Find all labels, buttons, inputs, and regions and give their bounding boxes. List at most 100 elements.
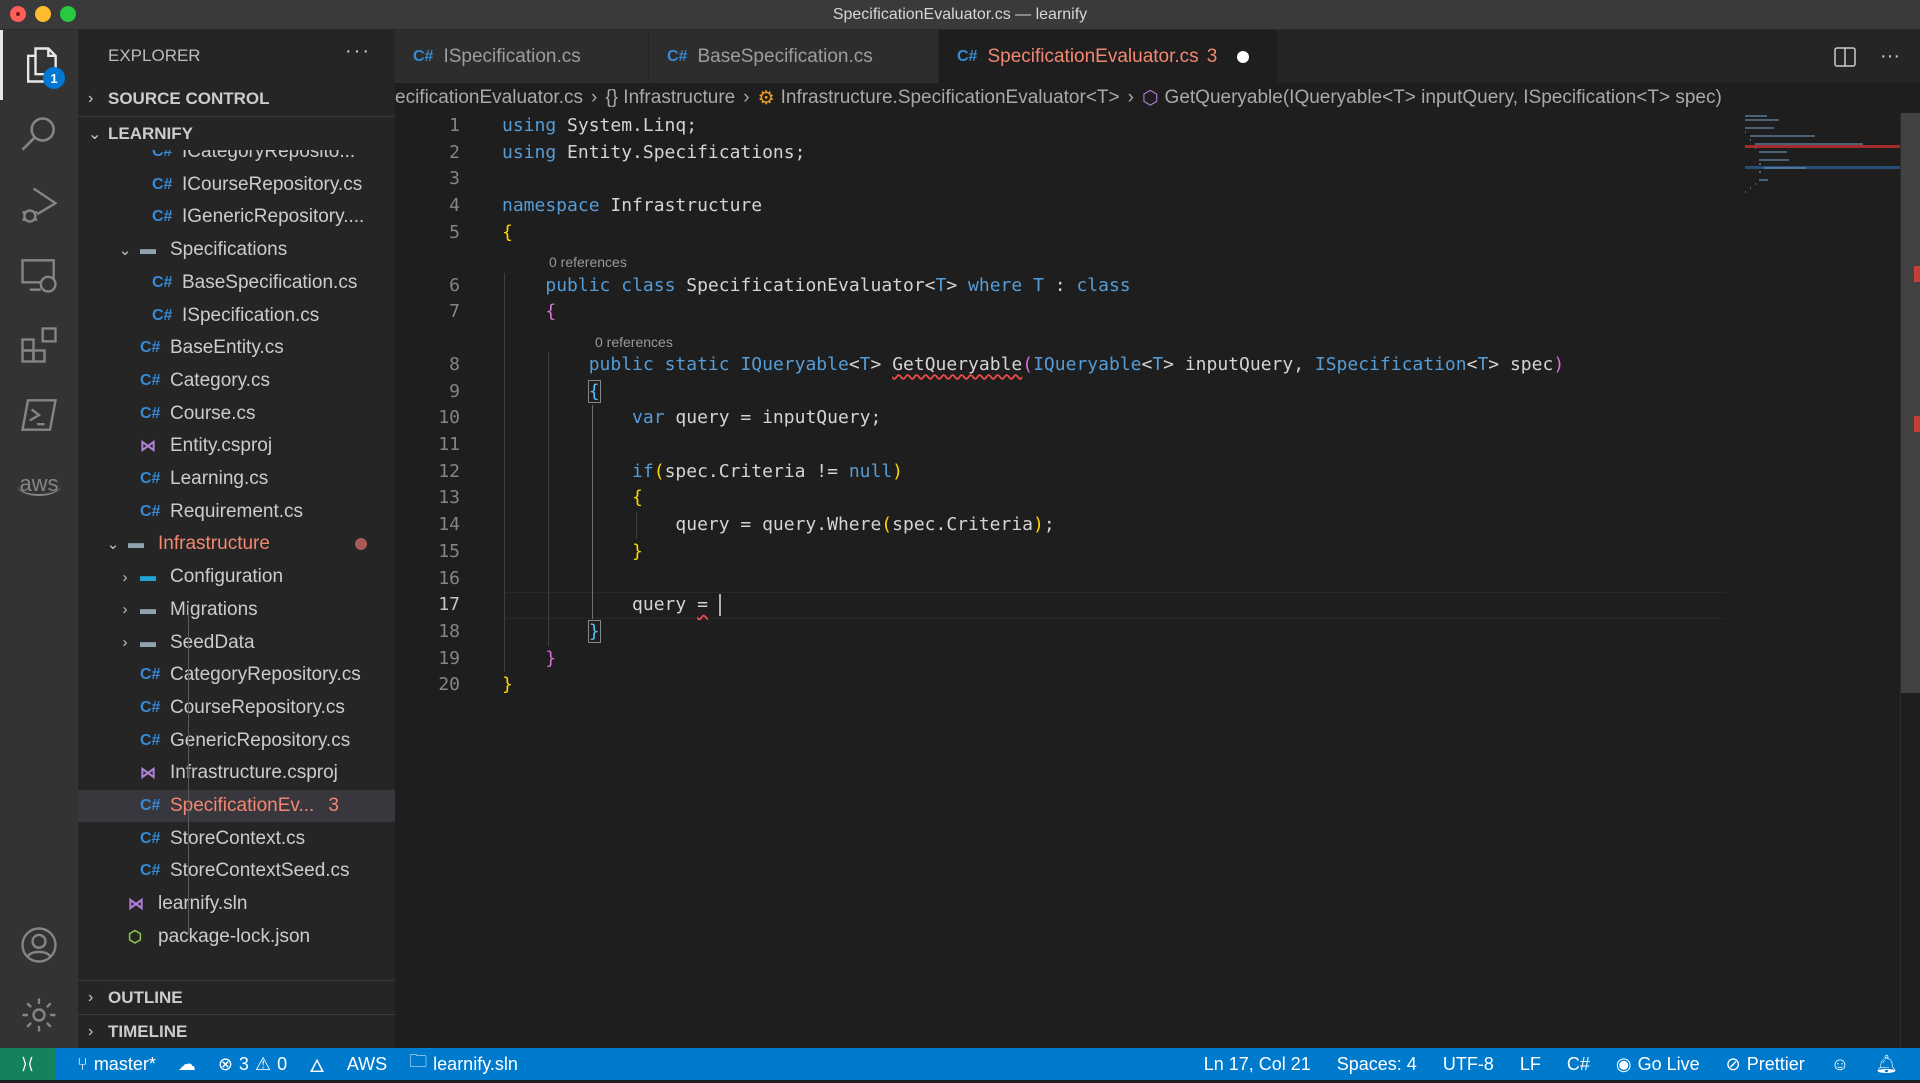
chevron-right-icon: ›: [743, 87, 750, 108]
tree-item[interactable]: C# Course.cs: [78, 398, 395, 430]
activity-explorer[interactable]: 1: [0, 30, 78, 100]
code-line[interactable]: }: [502, 619, 601, 646]
tree-item[interactable]: ⋈ learnify.sln: [78, 888, 395, 920]
tree-item[interactable]: C# ICategoryReposito...: [78, 150, 395, 168]
vertical-scrollbar[interactable]: [1900, 113, 1920, 1048]
more-actions-icon[interactable]: ···: [1880, 45, 1900, 68]
indentation[interactable]: Spaces: 4: [1337, 1054, 1417, 1075]
codelens-class-references[interactable]: 0 references: [549, 254, 627, 270]
notifications-button[interactable]: 🔔︎: [1875, 1054, 1898, 1075]
tree-item[interactable]: C# GenericRepository.cs: [78, 725, 395, 757]
activity-search[interactable]: [0, 100, 78, 170]
scrollbar-thumb[interactable]: [1901, 113, 1920, 693]
code-line[interactable]: public class SpecificationEvaluator<T> w…: [502, 273, 1130, 300]
tree-item[interactable]: C# SpecificationEv... 3: [78, 790, 395, 822]
explorer-sidebar: EXPLORER ··· › SOURCE CONTROL ⌄ LEARNIFY…: [78, 30, 395, 1048]
activity-run-debug[interactable]: [0, 170, 78, 240]
section-learnify[interactable]: ⌄ LEARNIFY: [78, 116, 395, 150]
sync-button[interactable]: ☁: [178, 1054, 196, 1075]
activity-powershell[interactable]: [0, 380, 78, 450]
flame-button[interactable]: 🜂: [309, 1046, 325, 1083]
maximize-window-button[interactable]: [60, 6, 76, 22]
tree-item[interactable]: C# BaseSpecification.cs: [78, 267, 395, 299]
tree-item[interactable]: C# StoreContextSeed.cs: [78, 855, 395, 887]
tree-item[interactable]: C# IGenericRepository....: [78, 201, 395, 233]
encoding[interactable]: UTF-8: [1443, 1054, 1494, 1075]
section-source-control[interactable]: › SOURCE CONTROL: [78, 82, 395, 116]
tree-item[interactable]: C# ICourseRepository.cs: [78, 169, 395, 201]
solution-indicator[interactable]: 🗀 learnify.sln: [409, 1049, 518, 1079]
code-line[interactable]: var query = inputQuery;: [502, 405, 881, 432]
breadcrumb-class[interactable]: Infrastructure.SpecificationEvaluator<T>: [781, 87, 1120, 109]
code-line[interactable]: query =: [502, 592, 721, 619]
explorer-more-button[interactable]: ···: [345, 40, 371, 63]
code-line[interactable]: }: [502, 539, 643, 566]
activity-accounts[interactable]: [0, 910, 78, 980]
indent-guide: [592, 405, 593, 619]
tree-item[interactable]: C# Category.cs: [78, 365, 395, 397]
folder-open-icon: ▬: [128, 535, 144, 553]
remote-indicator[interactable]: ⟩⟨: [0, 1048, 55, 1080]
problems-indicator[interactable]: ⊗ 3 ⚠ 0: [218, 1054, 287, 1075]
feedback-button[interactable]: ☺: [1831, 1054, 1849, 1075]
tree-item[interactable]: C# CourseRepository.cs: [78, 692, 395, 724]
line-number: 4: [449, 195, 460, 217]
minimize-window-button[interactable]: [35, 6, 51, 22]
activity-remote-explorer[interactable]: [0, 240, 78, 310]
split-editor-icon[interactable]: [1834, 46, 1856, 67]
breadcrumb-file[interactable]: ecificationEvaluator.cs: [395, 87, 583, 109]
code-line[interactable]: {: [502, 485, 643, 512]
tree-item[interactable]: ⋈ Entity.csproj: [78, 430, 395, 462]
code-line[interactable]: namespace Infrastructure: [502, 193, 762, 220]
code-editor[interactable]: 0 references 0 references 1 using System.…: [395, 113, 1725, 1048]
tree-item[interactable]: C# BaseEntity.cs: [78, 332, 395, 364]
code-line[interactable]: public static IQueryable<T> GetQueryable…: [502, 352, 1564, 379]
tab-specificationevaluator[interactable]: C# SpecificationEvaluator.cs 3: [939, 30, 1279, 83]
tab-basespecification[interactable]: C# BaseSpecification.cs: [649, 30, 939, 83]
section-label: SOURCE CONTROL: [108, 89, 270, 108]
code-line[interactable]: {: [502, 379, 601, 406]
branch-indicator[interactable]: ⑂ master*: [77, 1054, 156, 1075]
activity-settings[interactable]: [0, 980, 78, 1050]
prettier-button[interactable]: ⊘ Prettier: [1726, 1054, 1805, 1075]
tree-item[interactable]: ⋈ Infrastructure.csproj: [78, 757, 395, 789]
code-line[interactable]: using Entity.Specifications;: [502, 140, 805, 167]
section-label: TIMELINE: [108, 1021, 188, 1041]
tree-item[interactable]: C# StoreContext.cs: [78, 823, 395, 855]
tree-item[interactable]: › ▬ Configuration: [78, 561, 395, 593]
tree-item[interactable]: › ▬ Migrations: [78, 594, 395, 626]
code-line[interactable]: query = query.Where(spec.Criteria);: [502, 512, 1054, 539]
tree-item[interactable]: C# ISpecification.cs: [78, 300, 395, 332]
go-live-button[interactable]: ◉ Go Live: [1616, 1054, 1700, 1075]
tree-item[interactable]: ⬡ package-lock.json: [78, 921, 395, 953]
language-mode[interactable]: C#: [1567, 1054, 1590, 1075]
tree-item[interactable]: C# Learning.cs: [78, 463, 395, 495]
code-line[interactable]: if(spec.Criteria != null): [502, 459, 903, 486]
code-line[interactable]: {: [502, 299, 556, 326]
section-outline[interactable]: › OUTLINE: [78, 980, 395, 1014]
tree-item[interactable]: › ▬ SeedData: [78, 627, 395, 659]
config-folder-icon: ▬: [140, 568, 156, 586]
section-timeline[interactable]: › TIMELINE: [78, 1014, 395, 1048]
code-line[interactable]: {: [502, 220, 513, 247]
minimap[interactable]: [1745, 113, 1900, 1048]
tree-item[interactable]: C# Requirement.cs: [78, 496, 395, 528]
unsaved-dot-icon[interactable]: [1237, 50, 1250, 63]
tree-item[interactable]: C# CategoryRepository.cs: [78, 659, 395, 691]
close-window-button[interactable]: [10, 6, 26, 22]
breadcrumb-method[interactable]: GetQueryable(IQueryable<T> inputQuery, I…: [1165, 87, 1722, 109]
code-line[interactable]: }: [502, 646, 556, 673]
tree-item[interactable]: ⌄ ▬ Specifications: [78, 234, 395, 266]
activity-extensions[interactable]: [0, 310, 78, 380]
code-line[interactable]: }: [502, 672, 513, 699]
breadcrumb-namespace[interactable]: {} Infrastructure: [605, 87, 735, 109]
tab-ispecification[interactable]: C# ISpecification.cs: [395, 30, 649, 83]
code-line[interactable]: using System.Linq;: [502, 113, 697, 140]
tree-item[interactable]: ⌄ ▬ Infrastructure: [78, 528, 395, 560]
codelens-method-references[interactable]: 0 references: [595, 334, 673, 350]
activity-aws[interactable]: aws: [0, 450, 78, 520]
cursor-position[interactable]: Ln 17, Col 21: [1204, 1054, 1311, 1075]
end-of-line[interactable]: LF: [1520, 1054, 1541, 1075]
aws-indicator[interactable]: AWS: [347, 1054, 387, 1075]
sidebar-bottom-sections: › OUTLINE › TIMELINE: [78, 980, 395, 1048]
